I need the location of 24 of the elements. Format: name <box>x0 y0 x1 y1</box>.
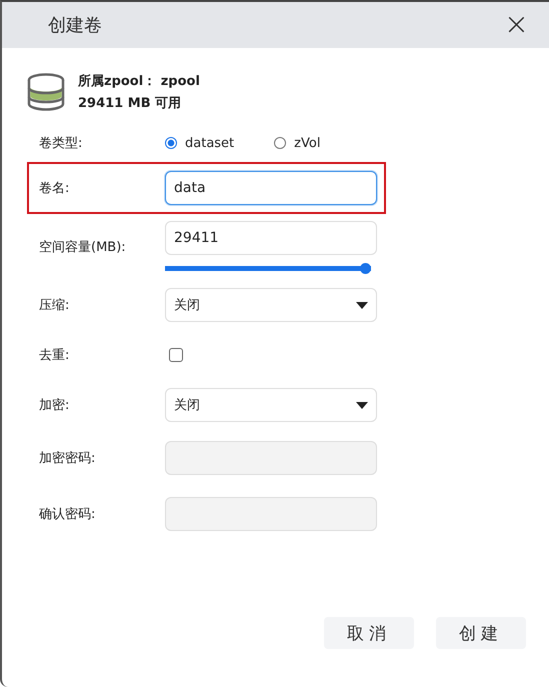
field-label: 卷类型: <box>39 135 84 152</box>
caret-icon <box>356 402 368 408</box>
dropdown[interactable]: 关闭 <box>165 288 377 322</box>
radio-option[interactable]: zVol <box>274 136 320 150</box>
database-icon <box>26 73 66 111</box>
free-space: 29411 MB 可用 <box>78 95 182 112</box>
field-label: 压缩: <box>39 297 70 314</box>
caret-icon <box>356 302 368 308</box>
field-label: 卷名: <box>39 180 70 197</box>
pool-name: 所属zpool： zpool <box>78 73 200 90</box>
close-button[interactable]: × <box>498 10 535 40</box>
radio-option[interactable]: dataset <box>165 136 234 150</box>
dropdown[interactable]: 关闭 <box>165 388 377 422</box>
dialog-button[interactable]: 创建 <box>436 617 526 649</box>
field-label: 确认密码: <box>39 506 96 523</box>
checkbox[interactable] <box>169 348 183 362</box>
field-label: 加密密码: <box>39 450 96 467</box>
window-title: 创建卷 <box>48 14 102 37</box>
field-label: 空间容量(MB): <box>39 239 127 256</box>
input-field[interactable]: 29411 <box>165 220 377 254</box>
field-label: 加密: <box>39 397 70 414</box>
dialog-button[interactable]: 取消 <box>324 617 414 649</box>
field-label: 去重: <box>39 347 70 364</box>
input-field[interactable]: data <box>165 171 377 205</box>
